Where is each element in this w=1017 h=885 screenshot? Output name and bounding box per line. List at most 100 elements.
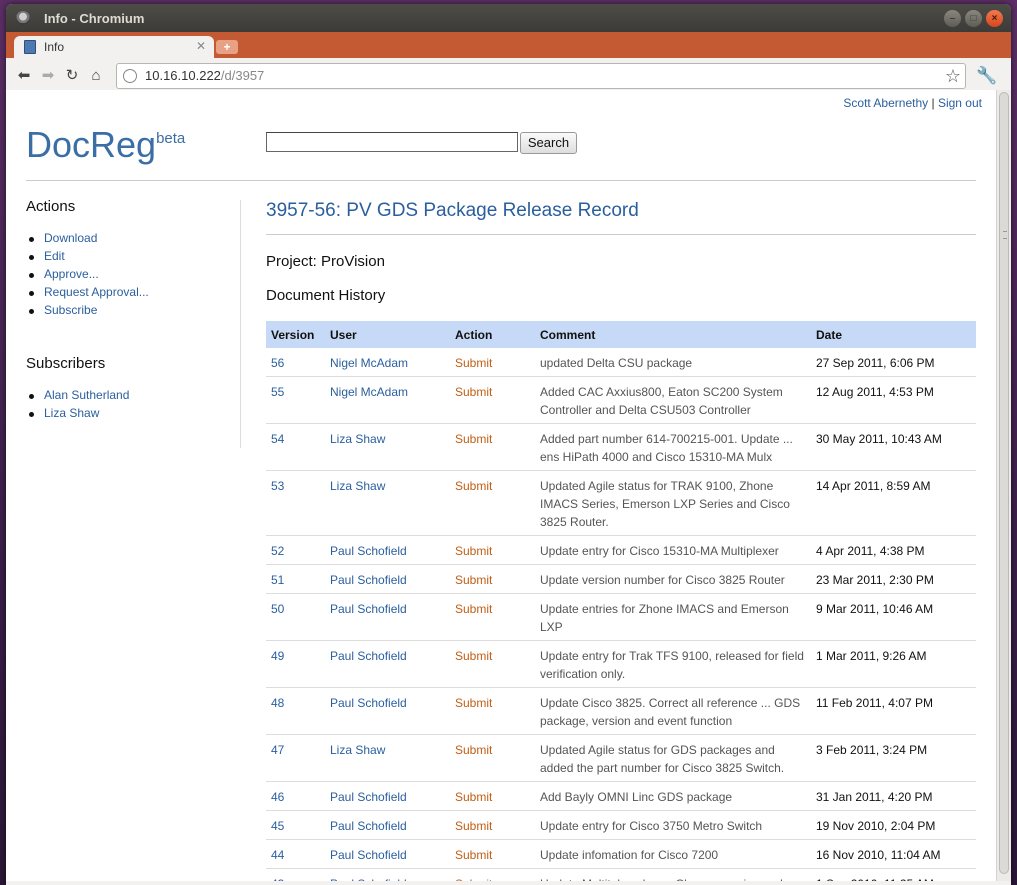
action-link[interactable]: Submit — [455, 790, 492, 804]
version-link[interactable]: 53 — [271, 479, 284, 493]
scrollbar-thumb[interactable] — [999, 92, 1009, 874]
forward-arrow-icon[interactable]: ➡ — [36, 64, 60, 88]
history-table: Version User Action Comment Date 56 Nigel… — [266, 321, 976, 881]
approve-link[interactable]: Approve... — [44, 267, 99, 281]
table-row: 56 Nigel McAdam Submit updated Delta CSU pa… — [266, 348, 976, 377]
user-link[interactable]: Paul Schofield — [330, 649, 407, 663]
main-content: 3957-56: PV GDS Package Release Record P… — [266, 200, 976, 881]
user-link[interactable]: Paul Schofield — [330, 602, 407, 616]
column-header-action: Action — [455, 327, 493, 342]
action-link[interactable]: Submit — [455, 356, 492, 370]
table-cell-version: 51 — [266, 564, 325, 594]
comment-text: updated Delta CSU package — [540, 356, 693, 370]
version-link[interactable]: 46 — [271, 790, 284, 804]
bookmark-star-icon[interactable]: ☆ — [945, 66, 961, 87]
tab-close-icon[interactable]: ✕ — [196, 39, 206, 53]
user-link[interactable]: Paul Schofield — [330, 819, 407, 833]
action-link[interactable]: Submit — [455, 819, 492, 833]
tab-strip: Info ✕ + — [6, 32, 1011, 58]
action-link[interactable]: Submit — [455, 479, 492, 493]
comment-text: Added part number 614-700215-001. Update… — [540, 432, 793, 464]
table-row: 53 Liza Shaw Submit Updated Agile status fo… — [266, 470, 976, 536]
version-link[interactable]: 47 — [271, 743, 284, 757]
table-cell-action: Submit — [450, 687, 535, 735]
version-link[interactable]: 56 — [271, 356, 284, 370]
version-link[interactable]: 44 — [271, 848, 284, 862]
search-button[interactable]: Search — [520, 132, 577, 154]
version-link[interactable]: 50 — [271, 602, 284, 616]
action-link[interactable]: Submit — [455, 696, 492, 710]
site-logo[interactable]: DocRegbeta — [26, 124, 185, 166]
edit-link[interactable]: Edit — [44, 249, 65, 263]
comment-text: Update infomation for Cisco 7200 — [540, 848, 719, 862]
action-link[interactable]: Submit — [455, 385, 492, 399]
subscribe-link[interactable]: Subscribe — [44, 303, 97, 317]
close-window-icon[interactable]: × — [986, 10, 1003, 27]
table-cell-comment: updated Delta CSU package — [535, 348, 811, 377]
maximize-icon[interactable]: □ — [965, 10, 982, 27]
table-cell-user: Paul Schofield — [325, 564, 450, 594]
user-link[interactable]: Nigel McAdam — [330, 385, 408, 399]
version-link[interactable]: 43 — [271, 877, 284, 881]
table-cell-user: Liza Shaw — [325, 423, 450, 471]
user-link[interactable]: Liza Shaw — [330, 743, 385, 757]
table-cell-comment: Update entry for Cisco 3750 Metro Switch — [535, 810, 811, 840]
version-link[interactable]: 48 — [271, 696, 284, 710]
column-header-comment: Comment — [540, 327, 596, 342]
user-link[interactable]: Paul Schofield — [330, 848, 407, 862]
action-link[interactable]: Submit — [455, 573, 492, 587]
user-link[interactable]: Nigel McAdam — [330, 356, 408, 370]
table-cell-comment: Update entry for Trak TFS 9100, released… — [535, 640, 811, 688]
user-link[interactable]: Paul Schofield — [330, 696, 407, 710]
subscriber-link[interactable]: Liza Shaw — [44, 406, 99, 420]
request-approval-link[interactable]: Request Approval... — [44, 285, 149, 299]
action-link[interactable]: Submit — [455, 544, 492, 558]
user-link[interactable]: Liza Shaw — [330, 479, 385, 493]
back-arrow-icon[interactable]: ⬅ — [12, 64, 36, 88]
action-link[interactable]: Submit — [455, 432, 492, 446]
version-link[interactable]: 51 — [271, 573, 284, 587]
table-cell-action: Submit — [450, 810, 535, 840]
version-link[interactable]: 49 — [271, 649, 284, 663]
sign-out-link[interactable]: Sign out — [938, 96, 982, 110]
subscribers-heading: Subscribers — [26, 355, 106, 372]
action-link[interactable]: Submit — [455, 602, 492, 616]
action-link[interactable]: Submit — [455, 877, 492, 881]
version-link[interactable]: 52 — [271, 544, 284, 558]
reload-icon[interactable]: ↻ — [60, 64, 84, 88]
table-cell-user: Nigel McAdam — [325, 348, 450, 377]
vertical-scrollbar[interactable] — [996, 90, 1011, 881]
user-link[interactable]: Paul Schofield — [330, 877, 407, 881]
table-cell-user: Paul Schofield — [325, 839, 450, 869]
subscriber-link[interactable]: Alan Sutherland — [44, 388, 129, 402]
window-title: Info - Chromium — [44, 10, 145, 26]
download-link[interactable]: Download — [44, 231, 97, 245]
table-cell-action: Submit — [450, 781, 535, 811]
action-link[interactable]: Submit — [455, 848, 492, 862]
search-input[interactable] — [266, 132, 518, 152]
table-cell-user: Nigel McAdam — [325, 376, 450, 424]
table-cell-action: Submit — [450, 734, 535, 782]
user-link[interactable]: Paul Schofield — [330, 544, 407, 558]
chromium-icon — [16, 11, 30, 25]
version-link[interactable]: 55 — [271, 385, 284, 399]
column-header-date: Date — [816, 327, 843, 342]
minimize-icon[interactable]: – — [944, 10, 961, 27]
address-bar[interactable]: 10.16.10.222 /d/3957 ☆ — [116, 62, 966, 89]
table-row: 49 Paul Schofield Submit Update entry for T… — [266, 640, 976, 688]
user-link[interactable]: Liza Shaw — [330, 432, 385, 446]
home-icon[interactable]: ⌂ — [84, 64, 108, 88]
date-text: 1 Sep 2010, 11:25 AM — [816, 877, 934, 881]
action-link[interactable]: Submit — [455, 743, 492, 757]
table-cell-action: Submit — [450, 868, 535, 881]
action-link[interactable]: Submit — [455, 649, 492, 663]
user-link[interactable]: Scott Abernethy — [843, 96, 928, 110]
new-tab-button[interactable]: + — [216, 40, 238, 54]
user-link[interactable]: Paul Schofield — [330, 573, 407, 587]
tab-info[interactable]: Info ✕ — [14, 36, 214, 58]
table-cell-date: 3 Feb 2011, 3:24 PM — [811, 734, 976, 782]
user-link[interactable]: Paul Schofield — [330, 790, 407, 804]
version-link[interactable]: 45 — [271, 819, 284, 833]
version-link[interactable]: 54 — [271, 432, 284, 446]
wrench-menu-icon[interactable]: 🔧 — [976, 66, 997, 86]
